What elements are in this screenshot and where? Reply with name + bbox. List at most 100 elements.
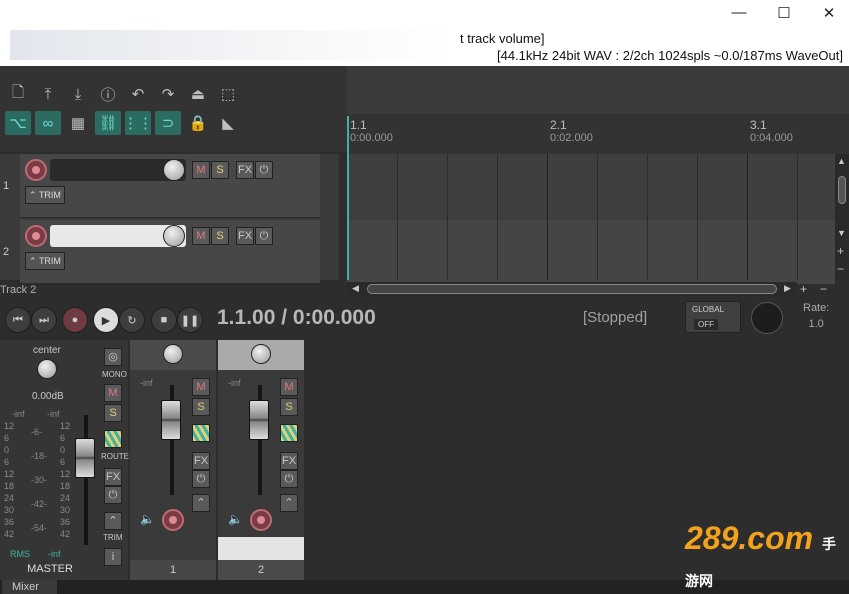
mute-button[interactable]: M [192, 378, 210, 396]
fx-bypass-button[interactable]: ⏻ [280, 470, 298, 488]
solo-button[interactable]: S [280, 398, 298, 416]
grid-icon[interactable]: ⬚ [215, 82, 241, 106]
speaker-icon: 🔈 [228, 512, 243, 526]
new-file-icon[interactable]: 🗋 [5, 82, 31, 106]
redo-icon[interactable]: ↷ [155, 82, 181, 106]
master-pan-knob[interactable] [37, 359, 57, 379]
meter-tick: 24 [4, 493, 15, 503]
master-fx-button[interactable]: FX [104, 468, 122, 486]
track-lane-1[interactable] [347, 154, 835, 218]
mono-icon[interactable]: ◎ [104, 348, 122, 366]
lock-icon[interactable]: 🔒 [185, 111, 211, 135]
grid-lines-icon[interactable]: ⋮⋮ [123, 111, 153, 135]
trim-icon[interactable]: ⌃ [192, 494, 210, 512]
route-icon[interactable] [104, 430, 122, 448]
metronome-icon[interactable]: ⏏ [185, 82, 211, 106]
record-arm-button[interactable] [162, 509, 184, 531]
mono-label: MONO [102, 370, 127, 379]
track-1[interactable]: M S FX ⏻ ⌃ TRIM [20, 154, 320, 218]
repeat-button[interactable]: ↻ [119, 307, 145, 333]
meter-tick: 0 [4, 445, 10, 455]
play-state: [Stopped] [583, 309, 648, 326]
master-fader[interactable] [75, 438, 95, 478]
save-upload-icon[interactable]: ⤒ [35, 82, 61, 106]
meter-tick: -18- [31, 451, 48, 461]
horizontal-scrollbar[interactable]: ◀ ▶ [347, 282, 797, 296]
undo-icon[interactable]: ↶ [125, 82, 151, 106]
close-button[interactable]: ✕ [817, 4, 841, 24]
pan-knob[interactable] [163, 344, 183, 364]
solo-button[interactable]: S [211, 227, 229, 245]
stop-button[interactable]: ■ [151, 307, 177, 333]
record-arm-button[interactable] [250, 509, 272, 531]
trim-button[interactable]: ⌃ TRIM [25, 252, 65, 270]
meter-tick: 18 [4, 481, 15, 491]
mute-button[interactable]: M [280, 378, 298, 396]
route-icon[interactable] [280, 424, 298, 442]
meter-tick: 12 [60, 469, 71, 479]
meter-scale-right: 12 6 0 6 12 18 24 30 36 42 [60, 420, 70, 540]
zoom-out-icon[interactable]: − [820, 282, 827, 296]
record-arm-button[interactable] [25, 159, 47, 181]
link-icon[interactable]: ∞ [35, 111, 61, 135]
main-toolbar: 🗋 ⤒ ⤓ ⓘ ↶ ↷ ⏏ ⬚ ⌥ ∞ ▦ ⛓ ⋮⋮ ⊃ 🔒 ◣ [0, 66, 347, 152]
volume-knob[interactable] [163, 225, 185, 247]
solo-button[interactable]: S [192, 398, 210, 416]
solo-button[interactable]: S [211, 161, 229, 179]
grouping-icon[interactable]: ⛓ [95, 111, 121, 135]
volume-fader[interactable] [161, 400, 181, 440]
global-automation-button[interactable]: GLOBAL OFF [685, 301, 741, 333]
minimize-button[interactable]: — [727, 4, 751, 24]
fx-button[interactable]: FX [236, 161, 254, 179]
meter-tick: 30 [60, 505, 71, 515]
record-button[interactable]: ● [62, 307, 88, 333]
volume-knob[interactable] [163, 159, 185, 181]
info-icon[interactable]: ⓘ [95, 82, 121, 106]
snap-icon[interactable]: ▦ [65, 111, 91, 135]
zoom-in-icon[interactable]: + [800, 282, 807, 296]
arrange-view[interactable] [347, 154, 835, 284]
pan-knob[interactable] [251, 344, 271, 364]
track-lane-2[interactable] [347, 220, 835, 284]
mixer-strip-2[interactable]: -inf M S FX ⏻ ⌃ 🔈 2 [218, 340, 304, 580]
pause-button[interactable]: ❚❚ [177, 307, 203, 333]
rate-display[interactable]: Rate: 1.0 [803, 302, 829, 330]
fx-button[interactable]: FX [280, 452, 298, 470]
trim-icon[interactable]: ⌃ [104, 512, 122, 530]
track-2[interactable]: M S FX ⏻ ⌃ TRIM [20, 220, 320, 284]
vertical-scrollbar[interactable]: ▲ ▼ + − [835, 154, 849, 280]
fx-bypass-button[interactable]: ⏻ [255, 227, 273, 245]
mute-button[interactable]: M [192, 227, 210, 245]
fx-button[interactable]: FX [236, 227, 254, 245]
fx-bypass-button[interactable]: ⏻ [255, 161, 273, 179]
ripple-icon[interactable]: ⌥ [5, 111, 31, 135]
mute-button[interactable]: M [192, 161, 210, 179]
trim-icon[interactable]: ⌃ [280, 494, 298, 512]
play-button[interactable]: ▶ [93, 307, 119, 333]
loop-icon[interactable]: ⊃ [155, 111, 181, 135]
fx-bypass-button[interactable]: ⏻ [192, 470, 210, 488]
envelope-icon[interactable]: ◣ [215, 111, 241, 135]
record-arm-button[interactable] [25, 225, 47, 247]
info-button[interactable]: i [104, 548, 122, 566]
track-number-1: 1 [3, 180, 10, 192]
mixer-tab[interactable]: Mixer [2, 580, 57, 594]
track-control-panel: 1 M S FX ⏻ ⌃ TRIM 2 M S FX ⏻ ⌃ TRIM [0, 154, 339, 284]
mixer-strip-1[interactable]: -inf M S FX ⏻ ⌃ 🔈 1 [130, 340, 216, 580]
go-to-end-button[interactable]: ⏭ [31, 307, 57, 333]
audio-status: [44.1kHz 24bit WAV : 2/2ch 1024spls ~0.0… [497, 48, 843, 63]
route-icon[interactable] [192, 424, 210, 442]
save-download-icon[interactable]: ⤓ [65, 82, 91, 106]
time-display[interactable]: 1.1.00 / 0:00.000 [217, 306, 376, 330]
volume-fader[interactable] [249, 400, 269, 440]
trim-button[interactable]: ⌃ TRIM [25, 186, 65, 204]
master-solo-button[interactable]: S [104, 404, 122, 422]
fx-button[interactable]: FX [192, 452, 210, 470]
master-mute-button[interactable]: M [104, 384, 122, 402]
go-to-start-button[interactable]: ⏮ [5, 307, 31, 333]
maximize-button[interactable]: ☐ [772, 4, 796, 24]
rate-knob[interactable] [751, 302, 783, 334]
timeline-ruler[interactable]: 1.1 0:00.000 2.1 0:02.000 3.1 0:04.000 [347, 66, 849, 154]
master-fx-bypass[interactable]: ⏻ [104, 486, 122, 504]
marker-1: 1.1 0:00.000 [350, 118, 393, 144]
